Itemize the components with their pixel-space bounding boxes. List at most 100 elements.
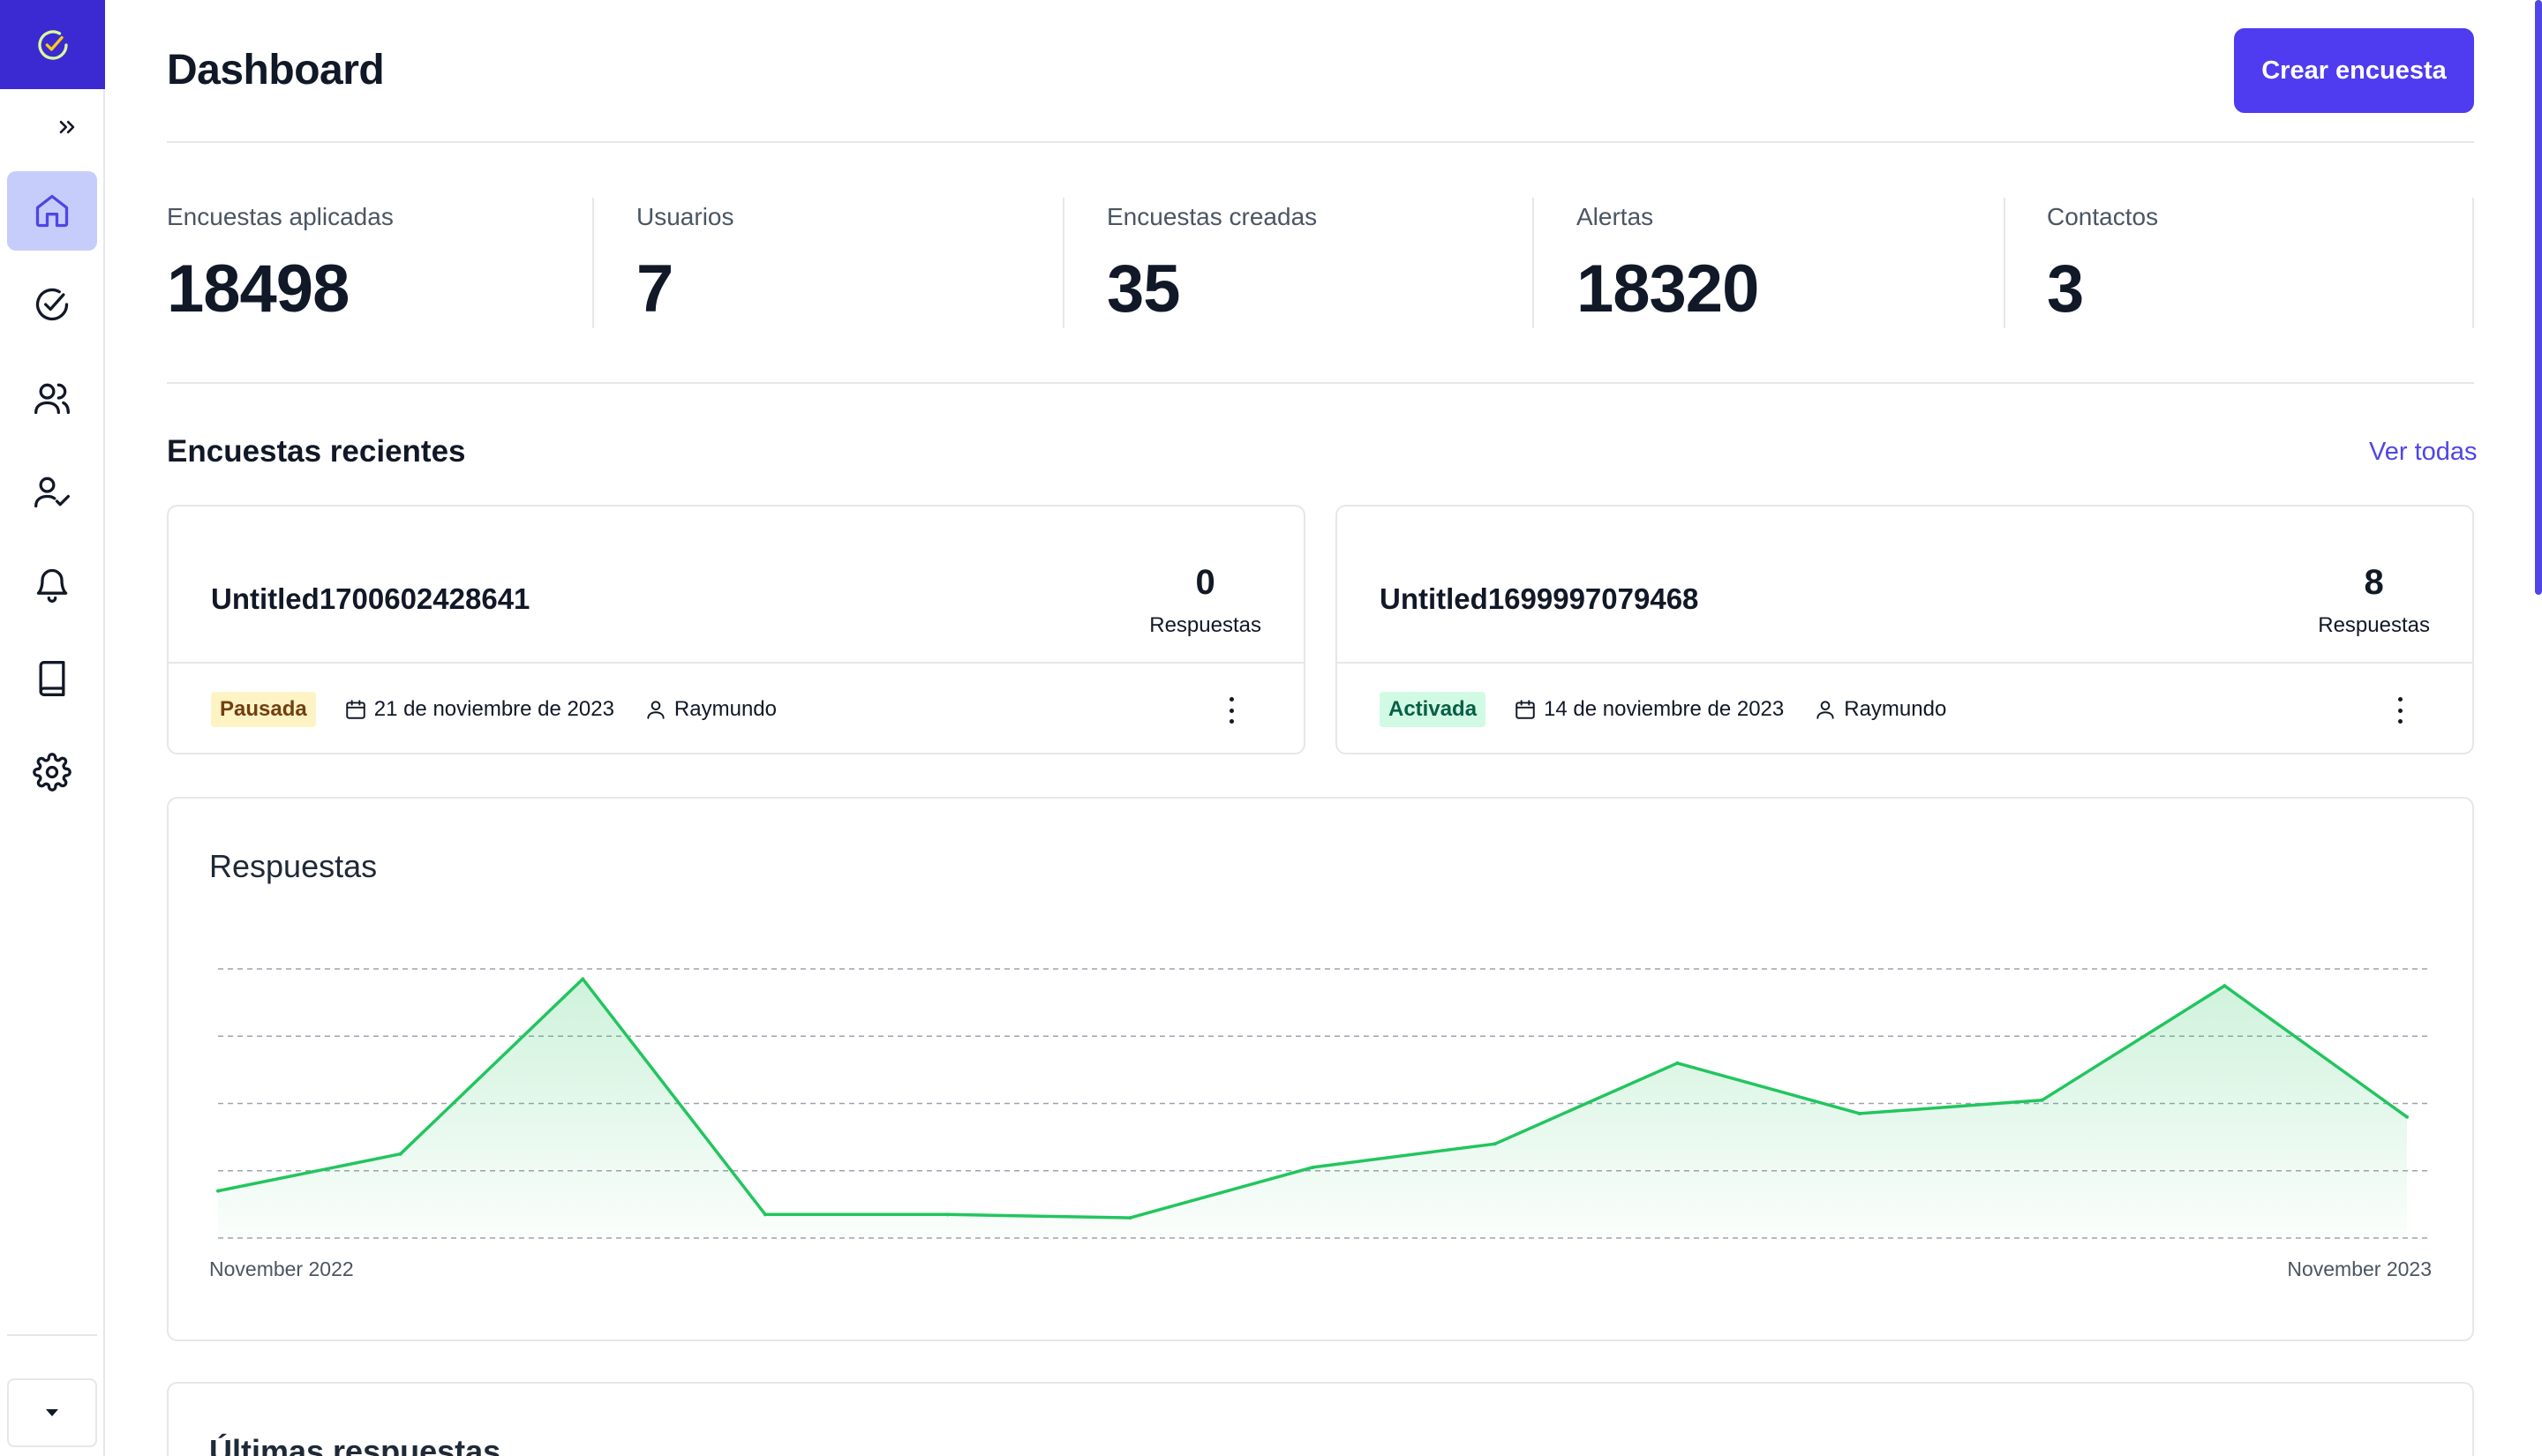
card-divider [169, 662, 1304, 664]
stat-divider [2004, 198, 2005, 328]
survey-author-text: Raymundo [673, 697, 777, 721]
sidebar-item-users[interactable] [7, 358, 97, 438]
response-count: 8 Respuestas [2318, 563, 2430, 638]
bell-icon [36, 568, 68, 603]
expand-sidebar-button[interactable] [46, 111, 88, 143]
response-count: 0 Respuestas [1149, 563, 1261, 638]
stat-contactos: Contactos 3 [2047, 198, 2158, 328]
calendar-icon [1515, 700, 1535, 719]
status-badge: Activada [1380, 692, 1486, 727]
survey-date: 14 de noviembre de 2023 [1514, 697, 1784, 722]
recent-surveys-title: Encuestas recientes [167, 434, 466, 469]
survey-date-text: 14 de noviembre de 2023 [1544, 697, 1785, 721]
chevrons-right-icon [59, 120, 75, 134]
responses-chart [216, 968, 2428, 1239]
more-options-icon[interactable] [1226, 697, 1237, 724]
chart-point [1493, 1142, 1497, 1146]
home-icon [35, 194, 69, 228]
user-icon [647, 701, 665, 719]
survey-author-text: Raymundo [1844, 697, 1947, 721]
account-menu-button[interactable] [7, 1378, 97, 1447]
x-axis-start-label: November 2022 [209, 1257, 354, 1280]
user-icon [1816, 701, 1834, 719]
stat-divider [592, 198, 594, 328]
chart-point [763, 1212, 767, 1217]
create-survey-button[interactable]: Crear encuesta [2234, 28, 2474, 113]
survey-meta: Activada 14 de noviembre de 2023 Raymund… [1380, 692, 1976, 727]
stat-value: 7 [636, 251, 673, 326]
gear-icon [33, 753, 71, 792]
stat-encuestas-creadas: Encuestas creadas 35 [1107, 198, 1317, 328]
chart-point [1675, 1061, 1680, 1065]
chart-point [1311, 1165, 1314, 1169]
last-responses-card: Últimas respuestas [167, 1382, 2474, 1456]
responses-chart-card: Respuestas November 2022 November 2023 [167, 797, 2474, 1341]
scrollbar-thumb[interactable] [2535, 0, 2542, 595]
stat-usuarios: Usuarios 7 [636, 198, 733, 328]
chart-point [1128, 1216, 1132, 1220]
caret-down-icon [46, 1409, 58, 1416]
chart-point [2040, 1098, 2044, 1102]
sidebar-item-docs[interactable] [7, 639, 97, 718]
response-count-label: Respuestas [2318, 613, 2430, 637]
stat-value: 18498 [167, 251, 350, 326]
stat-label: Contactos [2047, 203, 2159, 230]
survey-card[interactable]: Untitled1699997079468 8 Respuestas Activ… [1335, 505, 2474, 754]
sidebar-item-home[interactable] [7, 171, 97, 251]
more-options-icon[interactable] [2395, 697, 2405, 724]
sidebar-item-surveys[interactable] [7, 265, 97, 344]
see-all-link[interactable]: Ver todas [2369, 438, 2478, 467]
chart-point [1858, 1111, 1861, 1115]
sidebar [0, 0, 105, 1456]
app-logo[interactable] [0, 0, 105, 89]
sidebar-item-alerts[interactable] [7, 545, 97, 625]
page-title: Dashboard [167, 47, 385, 94]
survey-author: Raymundo [1814, 697, 1946, 722]
last-responses-title: Últimas respuestas [209, 1433, 501, 1456]
stat-alertas: Alertas 18320 [1576, 198, 1759, 328]
stat-label: Alertas [1576, 203, 1654, 230]
stat-divider [2472, 198, 2474, 328]
stat-value: 18320 [1576, 251, 1759, 326]
stat-divider [1063, 198, 1064, 328]
user-check-icon [34, 477, 70, 508]
stat-value: 3 [2047, 251, 2084, 326]
survey-meta: Pausada 21 de noviembre de 2023 Raymundo [211, 692, 807, 727]
stat-encuestas-aplicadas: Encuestas aplicadas 18498 [167, 198, 394, 328]
survey-card[interactable]: Untitled1700602428641 0 Respuestas Pausa… [167, 505, 1305, 754]
x-axis-end-label: November 2023 [2287, 1257, 2432, 1280]
logo-check-icon [37, 29, 68, 60]
stat-label: Encuestas creadas [1107, 203, 1318, 230]
survey-name[interactable]: Untitled1700602428641 [211, 582, 530, 616]
sidebar-item-contacts[interactable] [7, 452, 97, 531]
chart-point [945, 1212, 950, 1217]
stat-value: 35 [1107, 251, 1181, 326]
survey-date-text: 21 de noviembre de 2023 [373, 697, 614, 721]
card-divider [1337, 662, 2472, 664]
status-badge: Pausada [211, 692, 316, 727]
chart-area-fill [218, 979, 2407, 1238]
page-scrollbar[interactable] [2533, 0, 2542, 1456]
stat-label: Usuarios [636, 203, 734, 230]
response-count-value: 8 [2364, 563, 2384, 602]
survey-date: 21 de noviembre de 2023 [344, 697, 614, 722]
sidebar-divider [7, 1334, 97, 1336]
response-count-value: 0 [1195, 563, 1215, 602]
stat-label: Encuestas aplicadas [167, 203, 394, 230]
chart-point [2222, 984, 2227, 988]
calendar-icon [345, 700, 365, 719]
chart-point [216, 1189, 220, 1193]
chart-point [2405, 1115, 2409, 1119]
stats-divider [167, 382, 2474, 384]
survey-name[interactable]: Untitled1699997079468 [1380, 582, 1698, 616]
book-icon [39, 661, 65, 696]
users-icon [34, 383, 70, 415]
check-circle-icon [35, 288, 69, 321]
chart-point [398, 1152, 402, 1156]
response-count-label: Respuestas [1149, 613, 1261, 637]
stat-divider [1532, 198, 1534, 328]
survey-author: Raymundo [644, 697, 777, 722]
chart-point [581, 977, 585, 981]
sidebar-item-settings[interactable] [7, 732, 97, 812]
header-divider [167, 141, 2474, 143]
